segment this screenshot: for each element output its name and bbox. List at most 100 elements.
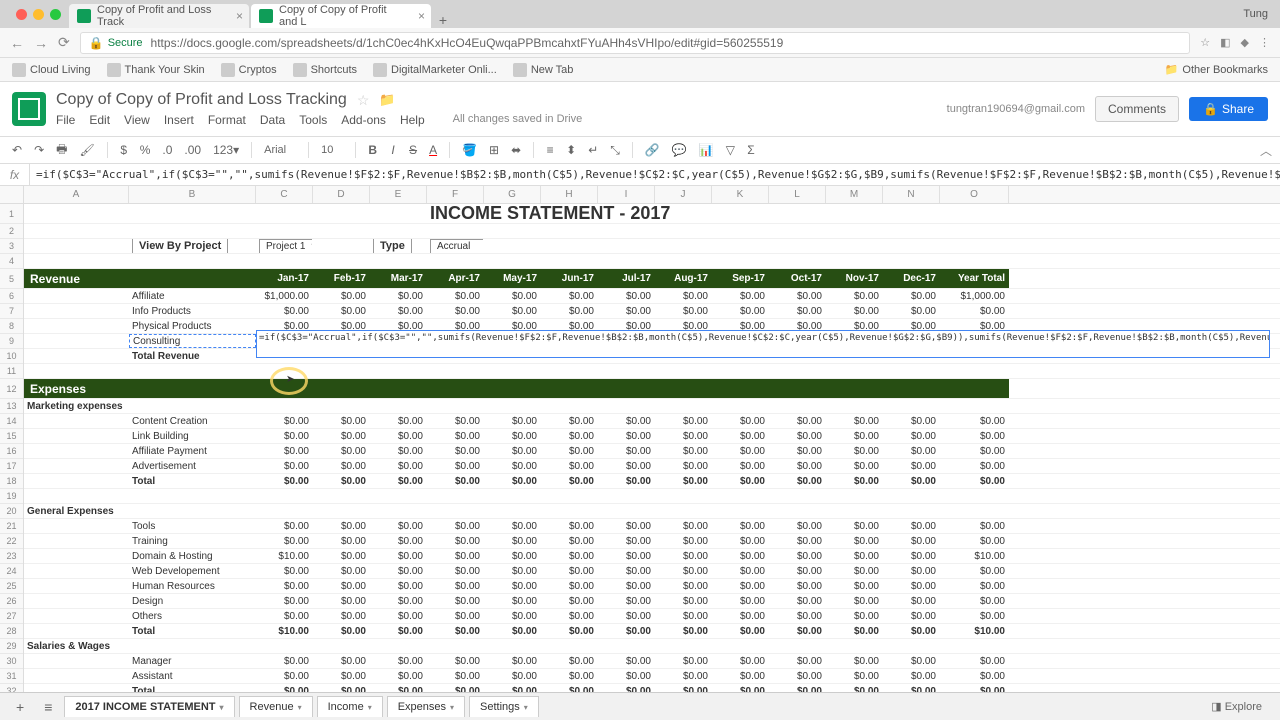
cell[interactable]: $0.00 [940, 444, 1009, 458]
cell[interactable] [256, 204, 313, 223]
print-button[interactable]: 🖶 [52, 140, 71, 161]
cell[interactable] [883, 239, 940, 253]
col-header[interactable]: J [655, 186, 712, 203]
cell[interactable] [24, 594, 129, 608]
cell[interactable]: $0.00 [427, 654, 484, 668]
cell[interactable]: $0.00 [427, 594, 484, 608]
cell[interactable]: $0.00 [256, 594, 313, 608]
cell[interactable]: $0.00 [883, 564, 940, 578]
cell[interactable] [598, 504, 655, 518]
cell[interactable] [940, 639, 1009, 653]
cell[interactable] [541, 239, 598, 253]
cell[interactable]: $0.00 [598, 429, 655, 443]
cell[interactable]: $0.00 [370, 474, 427, 488]
cell[interactable]: $0.00 [484, 609, 541, 623]
cell[interactable] [541, 364, 598, 378]
cell[interactable] [598, 254, 655, 268]
cell[interactable]: $0.00 [370, 414, 427, 428]
sheets-logo[interactable] [12, 92, 46, 126]
cell[interactable] [826, 204, 883, 223]
cell[interactable]: $0.00 [313, 564, 370, 578]
cell[interactable]: $0.00 [256, 579, 313, 593]
forward-button[interactable]: → [34, 35, 48, 51]
cell[interactable] [769, 254, 826, 268]
cell[interactable] [940, 364, 1009, 378]
cell[interactable]: $0.00 [598, 459, 655, 473]
cell[interactable] [370, 224, 427, 238]
cell[interactable]: $0.00 [712, 304, 769, 318]
cell[interactable] [313, 224, 370, 238]
col-header[interactable]: F [427, 186, 484, 203]
bookmark-item[interactable]: DigitalMarketer Onli... [373, 63, 497, 77]
cell[interactable] [129, 379, 256, 398]
fontsize-select[interactable]: 10 [317, 144, 347, 156]
cell[interactable]: $0.00 [427, 624, 484, 638]
cell[interactable]: $0.00 [541, 304, 598, 318]
cell[interactable]: $0.00 [370, 624, 427, 638]
cell[interactable]: Type [370, 239, 427, 253]
cell[interactable] [712, 204, 769, 223]
cell[interactable]: Sep-17 [712, 269, 769, 288]
cell[interactable]: $0.00 [769, 669, 826, 683]
cell[interactable]: $0.00 [484, 414, 541, 428]
cell[interactable] [769, 639, 826, 653]
cell[interactable] [313, 399, 370, 413]
cell[interactable] [24, 489, 129, 503]
cell[interactable]: Jun-17 [541, 269, 598, 288]
cell[interactable]: $0.00 [541, 654, 598, 668]
cell[interactable]: $0.00 [256, 444, 313, 458]
cell[interactable] [129, 364, 256, 378]
cell[interactable]: $0.00 [541, 624, 598, 638]
cell[interactable]: $0.00 [940, 594, 1009, 608]
functions-button[interactable]: Σ [743, 143, 759, 157]
browser-tab-1[interactable]: Copy of Profit and Loss Track × [69, 4, 249, 28]
cell[interactable]: $0.00 [598, 534, 655, 548]
cell[interactable]: $0.00 [826, 444, 883, 458]
cell[interactable] [484, 239, 541, 253]
cell[interactable]: $0.00 [769, 594, 826, 608]
cell[interactable]: $0.00 [655, 579, 712, 593]
cell[interactable]: $0.00 [484, 669, 541, 683]
cell[interactable] [484, 364, 541, 378]
bookmark-item[interactable]: Shortcuts [293, 63, 357, 77]
cell[interactable] [541, 639, 598, 653]
cell[interactable] [826, 254, 883, 268]
menu-tools[interactable]: Tools [299, 113, 327, 127]
link-button[interactable]: 🔗 [641, 143, 664, 157]
cell[interactable]: May-17 [484, 269, 541, 288]
cell[interactable] [541, 399, 598, 413]
cell[interactable]: $0.00 [256, 474, 313, 488]
cell[interactable]: $0.00 [256, 654, 313, 668]
cell[interactable] [484, 504, 541, 518]
col-header[interactable]: E [370, 186, 427, 203]
row-header[interactable]: 28 [0, 624, 23, 639]
cell[interactable]: $0.00 [598, 304, 655, 318]
cell[interactable]: $0.00 [541, 579, 598, 593]
cell[interactable]: $0.00 [256, 519, 313, 533]
cell[interactable] [769, 489, 826, 503]
format-more-button[interactable]: 123▾ [209, 143, 243, 157]
star-icon[interactable]: ☆ [357, 92, 370, 109]
col-header[interactable]: N [883, 186, 940, 203]
halign-button[interactable]: ≡ [542, 143, 558, 157]
cell[interactable]: $0.00 [256, 414, 313, 428]
cell[interactable] [24, 289, 129, 303]
cell[interactable]: $0.00 [712, 624, 769, 638]
cell[interactable] [370, 379, 427, 398]
cell[interactable] [940, 254, 1009, 268]
col-header[interactable]: B [129, 186, 256, 203]
cell[interactable] [541, 254, 598, 268]
cell[interactable] [541, 504, 598, 518]
cell[interactable]: $0.00 [883, 459, 940, 473]
cell[interactable] [256, 364, 313, 378]
cell[interactable]: Advertisement [129, 459, 256, 473]
sheet-tab[interactable]: Settings▾ [469, 696, 539, 717]
col-header[interactable]: C [256, 186, 313, 203]
cell[interactable] [24, 444, 129, 458]
cell[interactable] [129, 254, 256, 268]
paint-format-button[interactable]: 🖌 [75, 143, 98, 157]
cell[interactable]: $0.00 [256, 534, 313, 548]
cell[interactable]: $0.00 [883, 594, 940, 608]
currency-button[interactable]: $ [116, 143, 132, 157]
cell[interactable]: $0.00 [940, 669, 1009, 683]
